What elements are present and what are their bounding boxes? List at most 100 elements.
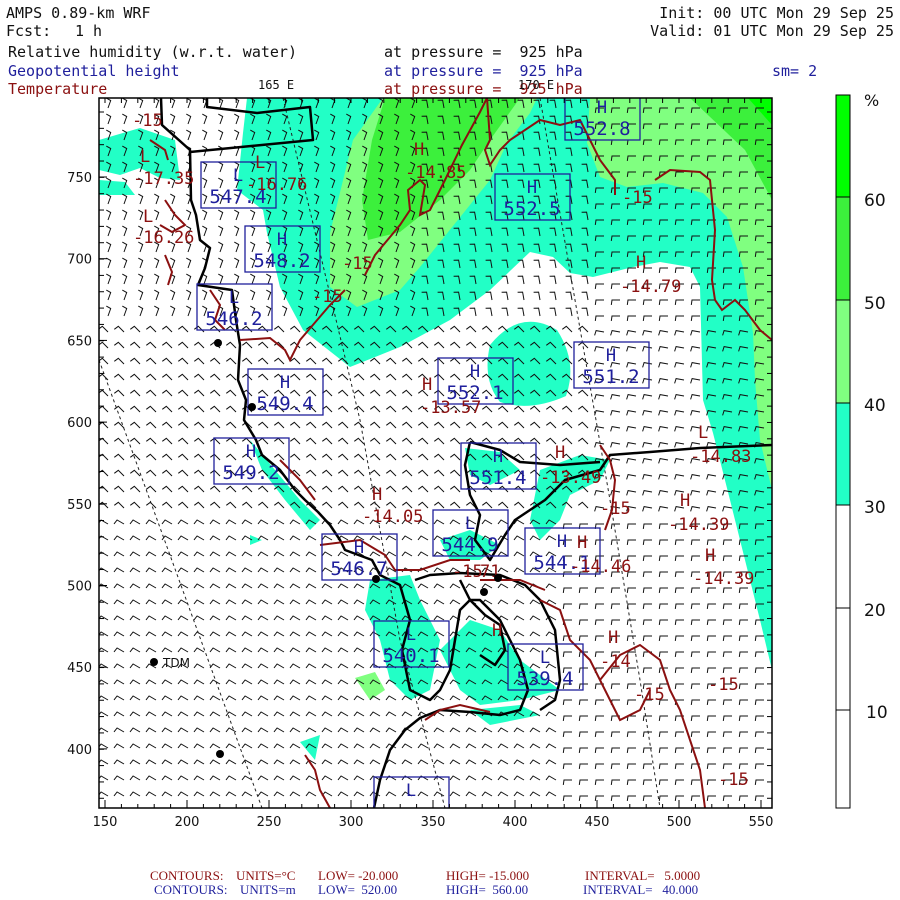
- wind-barb: [322, 421, 333, 429]
- temperature-label: L: [140, 147, 150, 167]
- wind-barb: [417, 727, 429, 733]
- wind-barb: [513, 791, 525, 797]
- wind-barb: [177, 679, 189, 685]
- wind-barb: [353, 743, 365, 749]
- wind-barb: [146, 437, 157, 445]
- wind-barb: [722, 763, 732, 769]
- wind-barb: [722, 651, 732, 657]
- wind-barb: [130, 389, 141, 397]
- colorbar-tick: 60: [864, 191, 886, 211]
- wind-barb: [162, 405, 173, 413]
- wind-barb: [642, 779, 652, 785]
- wind-barb: [497, 727, 509, 733]
- footer-height-low: LOW= 520.00: [318, 882, 398, 897]
- wind-barb: [658, 474, 669, 480]
- wind-barb: [162, 373, 173, 381]
- wind-barb: [113, 551, 125, 557]
- height-center-type: L: [233, 166, 243, 186]
- wind-barb: [485, 307, 493, 317]
- wind-barb: [290, 325, 301, 333]
- wind-barb: [690, 619, 700, 625]
- wind-barb: [658, 603, 668, 609]
- wind-barb: [258, 485, 269, 493]
- wind-barb: [122, 225, 128, 237]
- wind-barb: [450, 453, 461, 461]
- wind-barb: [258, 501, 269, 509]
- wind-barb: [209, 535, 221, 541]
- wind-barb: [257, 727, 269, 733]
- temperature-label: -15: [452, 562, 483, 582]
- wind-barb: [354, 437, 365, 445]
- wind-barb: [578, 635, 588, 641]
- height-center-type: L: [465, 514, 475, 534]
- station-dot: [214, 339, 222, 347]
- wind-barb: [138, 305, 144, 317]
- wind-barb: [626, 795, 636, 801]
- wind-barb: [754, 747, 764, 753]
- wind-barb: [218, 257, 224, 269]
- wind-barb: [289, 551, 301, 557]
- wind-barb: [418, 453, 429, 461]
- temperature-label: -14.83: [690, 447, 751, 467]
- height-center-value: 546.2: [205, 308, 262, 330]
- wind-barb: [225, 727, 237, 733]
- wind-barb: [418, 437, 429, 445]
- wind-barb: [146, 357, 157, 365]
- wind-barb: [114, 357, 125, 365]
- height-center-type: L: [229, 288, 239, 308]
- wind-barb: [129, 695, 141, 701]
- wind-barb: [417, 551, 429, 557]
- wind-barb: [674, 346, 685, 352]
- wind-barb: [658, 795, 668, 801]
- wind-barb: [178, 501, 189, 509]
- x-tick-label: 250: [257, 815, 282, 830]
- wind-barb: [754, 683, 764, 689]
- wind-barb: [193, 663, 205, 669]
- wind-barb: [642, 523, 652, 529]
- wind-barb: [266, 305, 272, 317]
- wind-barb: [306, 357, 317, 365]
- wind-barb: [226, 437, 237, 445]
- wind-barb: [353, 599, 365, 605]
- temperature-label: -15: [342, 254, 373, 274]
- wind-barb: [706, 619, 716, 625]
- wind-barb: [138, 98, 144, 109]
- wind-barb: [225, 791, 237, 797]
- station-dot: [480, 588, 488, 596]
- wind-barb: [154, 273, 160, 285]
- wind-barb: [626, 458, 637, 464]
- wind-barb: [658, 506, 669, 512]
- wind-barb: [113, 647, 125, 653]
- wind-barb: [305, 551, 317, 557]
- wind-barb: [385, 791, 397, 797]
- wind-barb: [754, 715, 764, 721]
- wind-barb: [498, 501, 509, 509]
- colorbar: % 60 50 40 30 20 10: [835, 91, 888, 809]
- height-center-value: 540.1: [382, 645, 439, 667]
- wind-barb: [370, 389, 381, 397]
- wind-barb: [129, 775, 141, 781]
- wind-barb: [257, 615, 269, 621]
- wind-barb: [138, 193, 144, 205]
- wind-barb: [257, 743, 269, 749]
- wind-barb: [145, 647, 157, 653]
- wind-barb: [161, 519, 173, 525]
- wind-barb: [513, 759, 525, 765]
- wind-barb: [202, 161, 208, 173]
- wind-barb: [754, 795, 764, 801]
- wind-barb: [626, 603, 636, 609]
- wind-barb: [178, 357, 189, 365]
- wind-barb: [129, 535, 141, 541]
- wind-barb: [418, 421, 429, 429]
- wind-barb: [722, 699, 732, 705]
- wind-barb: [289, 535, 301, 541]
- wind-barb: [193, 535, 205, 541]
- wind-barb: [594, 330, 605, 336]
- wind-barb: [738, 683, 748, 689]
- wind-barb: [162, 389, 173, 397]
- wind-barb: [545, 759, 557, 765]
- wind-barb: [114, 341, 125, 349]
- wind-barb: [513, 775, 525, 781]
- wind-barb: [626, 539, 636, 545]
- wind-barb: [626, 474, 637, 480]
